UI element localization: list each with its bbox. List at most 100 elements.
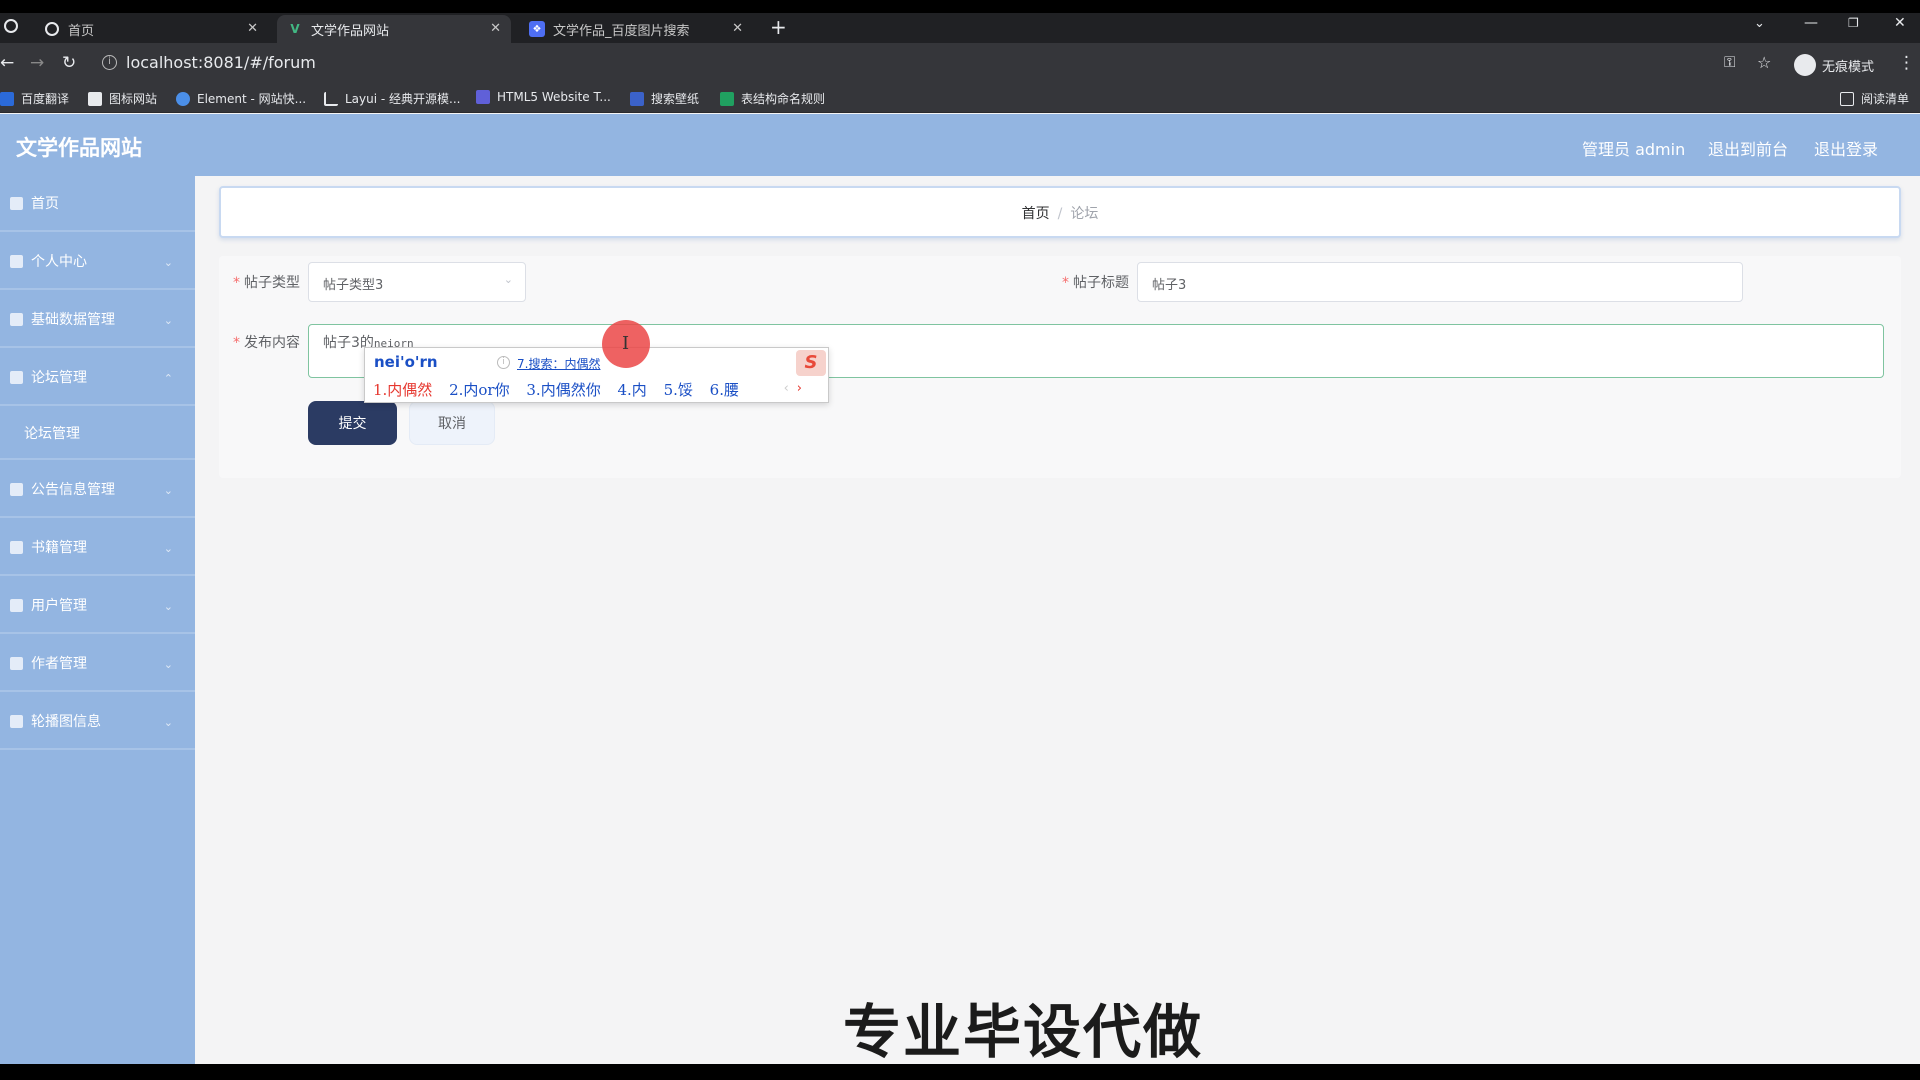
bookmark-item[interactable]: Element - 网站快... bbox=[176, 90, 306, 107]
ime-candidate[interactable]: 3.内偶然你 bbox=[526, 381, 600, 399]
chevron-down-icon: ⌄ bbox=[503, 273, 513, 286]
tab-home[interactable]: 首页 ✕ bbox=[34, 15, 268, 43]
new-tab-button[interactable]: + bbox=[770, 15, 787, 39]
logout-link[interactable]: 退出登录 bbox=[1814, 136, 1878, 160]
pin-icon bbox=[10, 656, 23, 670]
close-icon[interactable]: ✕ bbox=[247, 21, 258, 36]
sidebar-item-profile[interactable]: 个人中心 ⌄ bbox=[0, 234, 195, 290]
sidebar-item-carousel[interactable]: 轮播图信息 ⌄ bbox=[0, 694, 195, 750]
bookmark-label: 百度翻译 bbox=[21, 92, 70, 106]
chevron-up-icon: ⌃ bbox=[163, 372, 173, 385]
tab-label: 文学作品_百度图片搜索 bbox=[553, 23, 690, 39]
chevron-right-icon[interactable]: › bbox=[797, 381, 802, 396]
ime-candidate[interactable]: 1.内偶然 bbox=[373, 381, 432, 399]
bookmark-label: Element - 网站快... bbox=[197, 92, 307, 106]
sidebar-item-home[interactable]: 首页 bbox=[0, 176, 195, 232]
ime-info-icon: i bbox=[497, 356, 510, 369]
close-icon[interactable]: ✕ bbox=[732, 21, 743, 36]
sidebar-item-label: 首页 bbox=[31, 196, 59, 212]
window-close-icon[interactable]: ✕ bbox=[1894, 15, 1906, 31]
reload-icon[interactable]: ↻ bbox=[62, 53, 76, 73]
forward-icon[interactable]: → bbox=[30, 53, 44, 73]
sidebar-item-users[interactable]: 用户管理 ⌄ bbox=[0, 578, 195, 634]
sidebar-item-authors[interactable]: 作者管理 ⌄ bbox=[0, 636, 195, 692]
breadcrumb: 首页 / 论坛 bbox=[221, 203, 1899, 223]
sidebar-item-basic-data[interactable]: 基础数据管理 ⌄ bbox=[0, 292, 195, 348]
chevron-down-icon: ⌄ bbox=[163, 314, 173, 327]
sidebar-item-label: 书籍管理 bbox=[31, 540, 87, 556]
post-title-input[interactable]: 帖子3 bbox=[1137, 262, 1743, 302]
breadcrumb-card: 首页 / 论坛 bbox=[219, 186, 1901, 238]
bookmark-label: 表结构命名规则 bbox=[741, 92, 826, 106]
sidebar-item-forum[interactable]: 论坛管理 ⌃ bbox=[0, 350, 195, 406]
reading-list[interactable]: 阅读清单 bbox=[1840, 90, 1909, 107]
more-menu-icon[interactable]: ⋮ bbox=[1898, 53, 1915, 73]
reading-list-icon bbox=[1840, 91, 1854, 106]
submit-button[interactable]: 提交 bbox=[308, 401, 397, 445]
browser-menu-icon[interactable] bbox=[4, 19, 18, 37]
bookmark-label: Layui - 经典开源模... bbox=[345, 92, 461, 106]
minimize-icon[interactable]: — bbox=[1804, 15, 1818, 31]
forum-icon bbox=[10, 370, 23, 384]
incognito-icon bbox=[1794, 54, 1816, 76]
ime-candidate[interactable]: 5.馁 bbox=[664, 381, 693, 399]
ime-search-link[interactable]: 7.搜索：内偶然 bbox=[517, 355, 600, 372]
bookmark-item[interactable]: 表结构命名规则 bbox=[720, 90, 825, 107]
close-icon[interactable]: ✕ bbox=[490, 21, 501, 36]
watermark: 专业毕设代做 bbox=[842, 998, 1203, 1066]
cancel-button[interactable]: 取消 bbox=[409, 401, 495, 445]
ime-page-nav[interactable]: ‹ › bbox=[784, 381, 802, 396]
chevron-down-icon: ⌄ bbox=[163, 542, 173, 555]
tab-baidu-image[interactable]: ❖ 文学作品_百度图片搜索 ✕ bbox=[519, 15, 753, 43]
tab-literary-site[interactable]: V 文学作品网站 ✕ bbox=[277, 15, 511, 43]
bookmark-item[interactable]: HTML5 Website T... bbox=[476, 90, 611, 104]
ime-candidate[interactable]: 6.腰 bbox=[710, 381, 739, 399]
admin-user-link[interactable]: 管理员 admin bbox=[1582, 136, 1685, 160]
bookmarks-bar: 百度翻译 图标网站 Element - 网站快... Layui - 经典开源模… bbox=[0, 83, 1920, 113]
sheet-icon bbox=[720, 91, 734, 106]
text-cursor-icon: I bbox=[622, 333, 630, 354]
sidebar-item-label: 作者管理 bbox=[31, 656, 87, 672]
sidebar-item-label: 公告信息管理 bbox=[31, 482, 115, 498]
bookmark-icon bbox=[0, 91, 14, 106]
bookmark-item[interactable]: Layui - 经典开源模... bbox=[324, 90, 460, 107]
post-type-select[interactable]: 帖子类型3 ⌄ bbox=[308, 262, 526, 302]
star-icon[interactable]: ☆ bbox=[1757, 53, 1771, 72]
bookmark-item[interactable]: 百度翻译 bbox=[0, 90, 69, 107]
flag-icon bbox=[88, 91, 102, 106]
breadcrumb-home[interactable]: 首页 bbox=[1022, 206, 1050, 222]
info-icon[interactable]: i bbox=[102, 55, 117, 70]
restore-icon[interactable]: ❐ bbox=[1848, 16, 1859, 30]
incognito-badge[interactable]: 无痕模式 bbox=[1794, 54, 1874, 76]
sidebar-item-notices[interactable]: 公告信息管理 ⌄ bbox=[0, 462, 195, 518]
bookmark-item[interactable]: 搜索壁纸 bbox=[630, 90, 699, 107]
post-title-label: * 帖子标题 bbox=[1062, 275, 1129, 291]
address-bar[interactable]: localhost:8081/#/forum bbox=[126, 53, 316, 72]
sidebar-subitem-forum[interactable]: 论坛管理 bbox=[0, 408, 195, 460]
ime-candidate[interactable]: 4.内 bbox=[617, 381, 646, 399]
letterbox-bottom bbox=[0, 1064, 1920, 1080]
browser-toolbar: ← → ↻ i localhost:8081/#/forum ⚿ ☆ 无痕模式 … bbox=[0, 43, 1920, 83]
browser-tabstrip: 首页 ✕ V 文学作品网站 ✕ ❖ 文学作品_百度图片搜索 ✕ + ⌄ — ❐ … bbox=[0, 13, 1920, 43]
ime-pinyin-input: nei'o'rn bbox=[374, 353, 438, 371]
chevron-down-icon: ⌄ bbox=[163, 256, 173, 269]
sidebar-item-label: 论坛管理 bbox=[31, 370, 87, 386]
tab-search-icon[interactable]: ⌄ bbox=[1754, 16, 1765, 31]
sidebar-item-books[interactable]: 书籍管理 ⌄ bbox=[0, 520, 195, 576]
key-icon[interactable]: ⚿ bbox=[1724, 53, 1735, 71]
bookmark-label: 图标网站 bbox=[109, 92, 158, 106]
back-icon[interactable]: ← bbox=[0, 53, 14, 73]
exit-to-frontend-link[interactable]: 退出到前台 bbox=[1708, 136, 1788, 160]
post-type-value: 帖子类型3 bbox=[323, 278, 384, 293]
vue-icon: V bbox=[290, 22, 300, 36]
chevron-left-icon[interactable]: ‹ bbox=[784, 381, 789, 396]
element-icon bbox=[176, 91, 190, 106]
bookmark-item[interactable]: 图标网站 bbox=[88, 90, 157, 107]
ime-candidate[interactable]: 2.内or你 bbox=[449, 381, 510, 399]
sidebar-item-label: 基础数据管理 bbox=[31, 312, 115, 328]
ime-candidates: 1.内偶然 2.内or你 3.内偶然你 4.内 5.馁 6.腰 bbox=[373, 379, 751, 400]
home-icon bbox=[10, 196, 23, 210]
app-title: 文学作品网站 bbox=[16, 136, 142, 160]
layui-icon bbox=[324, 91, 338, 106]
sidebar-item-label: 轮播图信息 bbox=[31, 714, 101, 730]
